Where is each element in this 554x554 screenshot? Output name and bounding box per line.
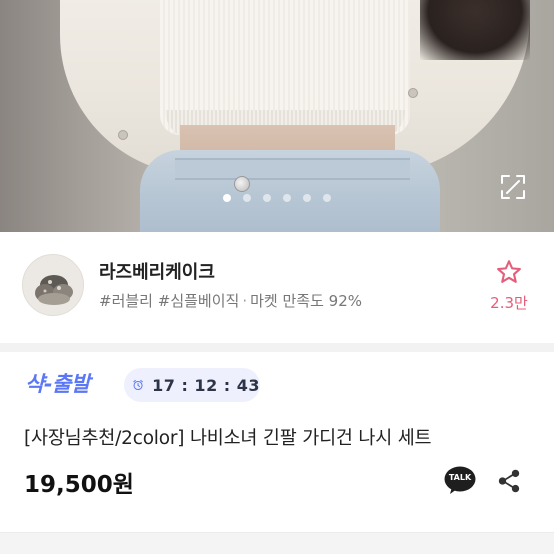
share-button[interactable]	[496, 468, 522, 494]
carousel-dot[interactable]	[323, 194, 331, 202]
product-image-carousel[interactable]	[0, 0, 554, 232]
carousel-dot[interactable]	[243, 194, 251, 202]
timer-value: 17 : 12 : 43	[152, 375, 260, 395]
favorite-count: 2.3만	[490, 294, 528, 312]
expand-icon[interactable]	[498, 172, 528, 202]
shop-tags: #러블리 #심플베이직 · 마켓 만족도 92%	[99, 290, 362, 311]
star-outline-icon	[497, 260, 521, 283]
product-photo-cardigan-button	[118, 130, 128, 140]
product-title: [사장님추천/2color] 나비소녀 긴팔 가디건 나시 세트	[24, 428, 432, 449]
alarm-clock-icon	[133, 379, 143, 391]
shop-tag[interactable]: #러블리	[99, 292, 153, 310]
product-price: 19,500원	[24, 472, 134, 498]
carousel-dot[interactable]	[263, 194, 271, 202]
kakaotalk-button[interactable]: TALK	[444, 466, 476, 495]
section-divider	[0, 532, 554, 554]
product-photo-waistband	[175, 158, 410, 180]
shop-name[interactable]: 라즈베리케이크	[99, 258, 215, 284]
shop-tag[interactable]: #심플베이직	[158, 292, 240, 310]
carousel-indicator	[0, 194, 554, 202]
share-icon	[498, 469, 520, 493]
shop-avatar[interactable]	[22, 254, 84, 316]
shipping-timer: 17 : 12 : 43	[124, 368, 260, 402]
separator: ·	[242, 292, 248, 310]
favorite-button[interactable]: 2.3만	[484, 258, 534, 314]
carousel-dot[interactable]	[223, 194, 231, 202]
shipping-badge: 샥-출발	[25, 372, 90, 396]
product-photo-hair	[420, 0, 530, 60]
carousel-dot[interactable]	[303, 194, 311, 202]
section-divider	[0, 343, 554, 352]
carousel-dot[interactable]	[283, 194, 291, 202]
product-photo-cardigan-button	[408, 88, 418, 98]
product-photo-button	[234, 176, 250, 192]
market-satisfaction: 마켓 만족도 92%	[250, 292, 362, 310]
talk-label: TALK	[448, 473, 472, 482]
